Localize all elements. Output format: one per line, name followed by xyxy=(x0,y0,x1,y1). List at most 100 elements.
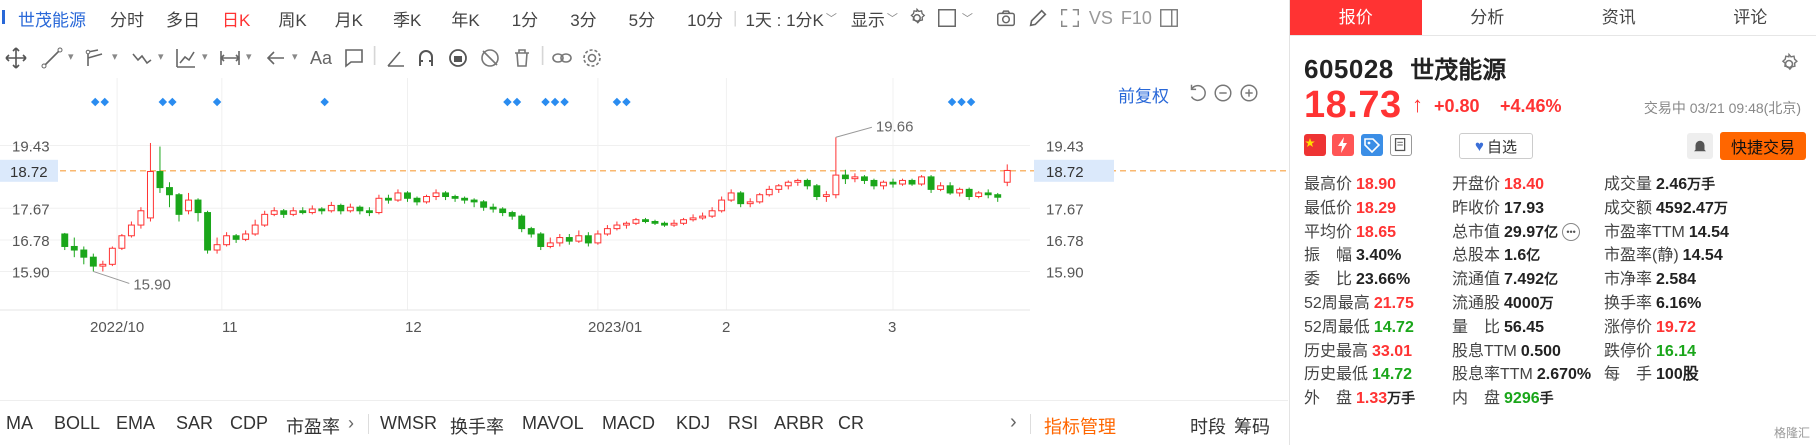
move-icon[interactable] xyxy=(4,43,28,73)
indicator-item[interactable]: 换手率 xyxy=(450,413,504,439)
period-tab[interactable]: 多日 xyxy=(166,6,200,31)
event-marker[interactable] xyxy=(966,97,976,107)
event-markers[interactable] xyxy=(90,97,976,107)
indicator-item[interactable]: KDJ xyxy=(676,413,710,434)
indicator-item[interactable]: EMA xyxy=(116,413,155,434)
event-marker[interactable] xyxy=(550,97,560,107)
display-menu[interactable]: 显示 ﹀ xyxy=(851,6,898,31)
quote-tab[interactable]: 资讯 xyxy=(1553,0,1685,35)
chevron-down-icon[interactable]: ﹀ xyxy=(962,10,973,26)
chevron-down-icon[interactable]: ▾ xyxy=(112,50,118,63)
period-tab[interactable]: 月K xyxy=(335,6,363,31)
period-tab[interactable]: 5分 xyxy=(629,6,655,31)
indicator-item[interactable]: ARBR xyxy=(774,413,824,434)
notes-icon[interactable] xyxy=(1390,134,1412,156)
channel-tool-icon[interactable] xyxy=(84,43,108,73)
magnet-icon[interactable] xyxy=(414,43,438,73)
indicator-item[interactable]: SAR xyxy=(176,413,213,434)
vs-button[interactable]: VS xyxy=(1089,8,1113,29)
indicator-item[interactable]: MACD xyxy=(602,413,655,434)
range-tool-icon[interactable] xyxy=(218,43,242,73)
indicator-item[interactable]: 市盈率 xyxy=(286,413,340,439)
arrow-tool-icon[interactable] xyxy=(264,43,288,73)
chevron-down-icon[interactable]: ▾ xyxy=(246,50,252,63)
indicator-item[interactable]: MA xyxy=(6,413,33,434)
indicator-item[interactable]: CR xyxy=(838,413,864,434)
quote-tab[interactable]: 分析 xyxy=(1422,0,1554,35)
indicator-item[interactable]: CDP xyxy=(230,413,268,434)
angle-tool-icon[interactable] xyxy=(384,43,408,73)
tag-icon[interactable] xyxy=(1361,134,1383,156)
gear-icon[interactable] xyxy=(1777,52,1803,78)
quote-tab[interactable]: 评论 xyxy=(1685,0,1816,35)
kline-chart[interactable]: 19.43 19.43 17.67 17.67 16.78 16.78 15.90 15.90… xyxy=(0,78,1288,400)
bell-icon[interactable] xyxy=(1687,133,1713,159)
fast-trade-button[interactable]: 快捷交易 xyxy=(1720,132,1806,160)
line-tool-icon[interactable] xyxy=(40,43,64,73)
text-tool[interactable]: Aa xyxy=(310,43,332,73)
event-marker[interactable] xyxy=(320,97,329,107)
link-icon[interactable] xyxy=(550,43,574,73)
event-marker[interactable] xyxy=(947,97,957,107)
event-marker[interactable] xyxy=(512,97,522,107)
event-marker[interactable] xyxy=(503,97,512,107)
f10-button[interactable]: F10 xyxy=(1121,8,1152,29)
period-tab[interactable]: 1分 xyxy=(512,6,538,31)
event-marker[interactable] xyxy=(158,97,168,107)
event-marker[interactable] xyxy=(168,97,177,107)
period-tab[interactable]: 分时 xyxy=(110,6,144,31)
fullscreen-icon[interactable] xyxy=(1057,5,1083,31)
event-marker[interactable] xyxy=(90,97,100,107)
trash-icon[interactable] xyxy=(510,43,534,73)
chevron-down-icon[interactable]: ▾ xyxy=(292,50,298,63)
period-tab[interactable]: 季K xyxy=(393,6,421,31)
wave-tool-icon[interactable] xyxy=(130,43,154,73)
adjust-mode-label[interactable]: 前复权 xyxy=(1118,82,1169,107)
measure-tool-icon[interactable] xyxy=(174,43,198,73)
stock-name-tab[interactable]: 世茂能源 xyxy=(0,6,92,31)
period-tab[interactable]: 3分 xyxy=(570,6,596,31)
draw-settings-icon[interactable] xyxy=(580,43,604,73)
event-marker[interactable] xyxy=(212,97,222,107)
indicator-manager-button[interactable]: 指标管理 xyxy=(1044,413,1116,439)
layout-icon[interactable] xyxy=(934,5,960,31)
reset-icon[interactable] xyxy=(1186,82,1208,104)
event-marker[interactable] xyxy=(560,97,569,107)
indicator-item[interactable]: WMSR xyxy=(380,413,437,434)
chevron-down-icon[interactable]: ▾ xyxy=(68,50,74,63)
event-marker[interactable] xyxy=(612,97,622,107)
event-marker[interactable] xyxy=(541,97,550,107)
event-marker[interactable] xyxy=(100,97,109,107)
indicator-scroll-right-icon[interactable]: › xyxy=(1010,411,1017,434)
indicator-item[interactable]: MAVOL xyxy=(522,413,584,434)
add-watchlist-button[interactable]: ♥ 自选 xyxy=(1459,133,1533,159)
indicator-item[interactable]: BOLL xyxy=(54,413,100,434)
comment-icon[interactable] xyxy=(342,43,366,73)
hide-icon[interactable] xyxy=(478,43,502,73)
zoom-out-icon[interactable] xyxy=(1212,82,1234,104)
event-marker[interactable] xyxy=(622,97,631,107)
pencil-icon[interactable] xyxy=(1025,5,1051,31)
interval-select[interactable]: | 1天 : 1分K ﹀ xyxy=(733,6,837,31)
margin-trading-icon[interactable] xyxy=(1332,134,1354,156)
sidebar-toggle-icon[interactable] xyxy=(1156,5,1182,31)
lock-icon[interactable] xyxy=(446,43,470,73)
chips-button[interactable]: 筹码 xyxy=(1234,413,1270,439)
quote-tab[interactable]: 报价 xyxy=(1290,0,1422,35)
zoom-in-icon[interactable] xyxy=(1238,82,1260,104)
settings-icon[interactable] xyxy=(904,5,930,31)
time-segment-button[interactable]: 时段 xyxy=(1190,413,1226,439)
chevron-down-icon[interactable]: ▾ xyxy=(202,50,208,63)
kline-chart-svg[interactable]: 19.43 19.43 17.67 17.67 16.78 16.78 15.90 15.90… xyxy=(0,78,1288,400)
chevron-right-icon[interactable]: › xyxy=(348,413,354,434)
period-tab[interactable]: 10分 xyxy=(687,6,723,31)
period-tab[interactable]: 年K xyxy=(451,6,479,31)
chevron-down-icon[interactable]: ▾ xyxy=(158,50,164,63)
candle-body xyxy=(794,179,802,183)
more-icon[interactable]: ••• xyxy=(1562,223,1581,242)
indicator-item[interactable]: RSI xyxy=(728,413,758,434)
camera-icon[interactable] xyxy=(993,5,1019,31)
period-tab[interactable]: 日K xyxy=(222,6,250,31)
event-marker[interactable] xyxy=(957,97,966,107)
period-tab[interactable]: 周K xyxy=(278,6,306,31)
